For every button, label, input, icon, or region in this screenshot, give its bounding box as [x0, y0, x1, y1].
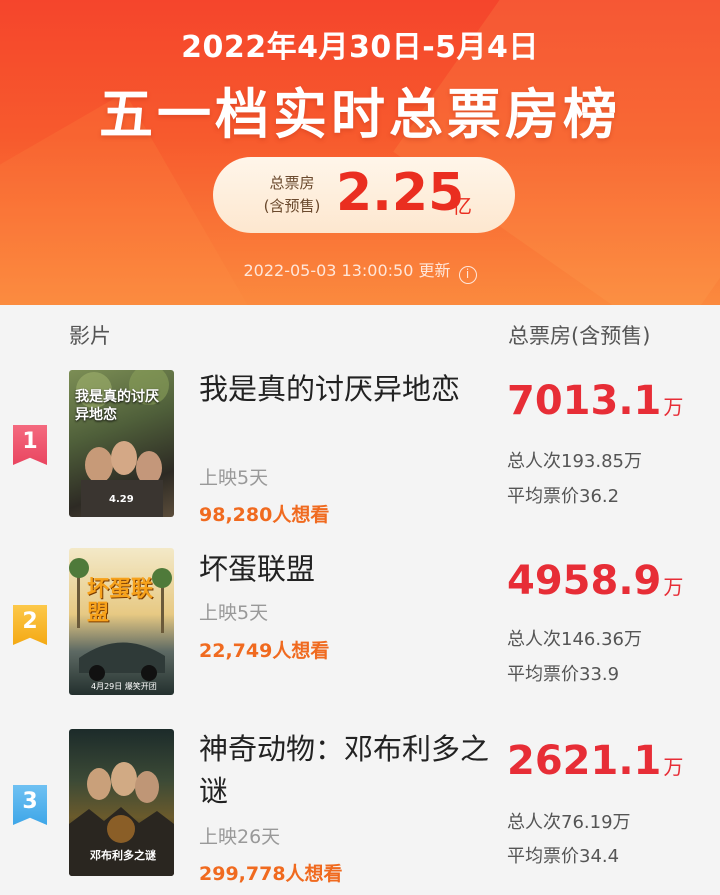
rank-badge: 1 [13, 425, 47, 465]
info-icon[interactable]: i [458, 266, 477, 284]
release-days: 上映5天 [199, 602, 269, 624]
total-label: 总票房 (含预售) [263, 174, 321, 215]
rank-badge: 3 [13, 785, 47, 825]
wants-count: 22,749人想看 [199, 640, 330, 662]
film-row[interactable]: 2 坏蛋联盟 4月29日 爆笑开团 坏蛋联盟 上映5天 22,749人想看 49… [0, 548, 720, 713]
average-price: 平均票价33.9 [507, 664, 620, 685]
wants-count: 299,778人想看 [199, 863, 343, 885]
rank-badge: 2 [13, 605, 47, 645]
film-title[interactable]: 我是真的讨厌异地恋 [199, 368, 489, 410]
film-poster[interactable]: 邓布利多之谜 [69, 729, 174, 876]
box-office-value: 2621.1 万 [507, 738, 684, 784]
wants-count: 98,280人想看 [199, 504, 330, 526]
box-office-value: 7013.1 万 [507, 378, 684, 424]
film-row[interactable]: 1 我是真的讨厌异地恋 4.29 我是真的讨厌异地恋 上映5天 98,280人想… [0, 368, 720, 533]
film-row[interactable]: 3 邓布利多之谜 神奇动物：邓布利多之谜 上映26天 299,778人想看 26… [0, 728, 720, 893]
date-range: 2022年4月30日-5月4日 [181, 30, 539, 65]
film-title[interactable]: 神奇动物：邓布利多之谜 [199, 728, 489, 812]
total-viewers: 总人次193.85万 [507, 451, 642, 472]
total-unit: 亿 [452, 194, 472, 218]
total-value: 2.25 [336, 163, 465, 223]
header-banner: 2022年4月30日-5月4日 五一档实时总票房榜 总票房 (含预售) 2.25… [0, 0, 720, 305]
film-poster[interactable]: 坏蛋联盟 4月29日 爆笑开团 [69, 548, 174, 695]
total-viewers: 总人次76.19万 [507, 812, 631, 833]
total-viewers: 总人次146.36万 [507, 629, 642, 650]
average-price: 平均票价34.4 [507, 846, 620, 867]
film-poster[interactable]: 我是真的讨厌异地恋 4.29 [69, 370, 174, 517]
column-header-film: 影片 [69, 324, 111, 348]
column-header-box-office: 总票房(含预售) [508, 324, 651, 348]
release-days: 上映26天 [199, 826, 281, 848]
release-days: 上映5天 [199, 467, 269, 489]
film-title[interactable]: 坏蛋联盟 [199, 548, 489, 590]
box-office-value: 4958.9 万 [507, 558, 684, 604]
average-price: 平均票价36.2 [507, 486, 620, 507]
update-time: 2022-05-03 13:00:50 更新 i [0, 257, 720, 284]
total-box-office-pill: 总票房 (含预售) 2.25 亿 [213, 157, 515, 233]
page-title: 五一档实时总票房榜 [99, 83, 621, 146]
